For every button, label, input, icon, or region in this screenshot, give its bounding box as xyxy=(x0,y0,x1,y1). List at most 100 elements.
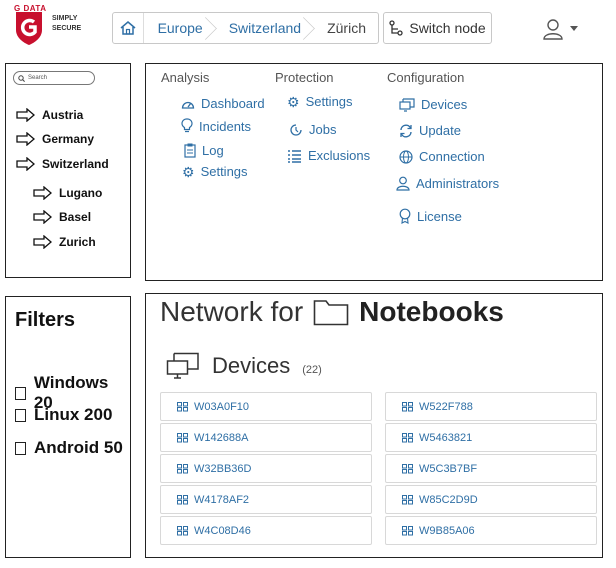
tree-item-germany[interactable]: Germany xyxy=(16,132,94,146)
network-title-prefix: Network for xyxy=(160,296,304,327)
menu-dashboard[interactable]: Dashboard xyxy=(181,96,265,111)
gdata-logo[interactable]: G DATA SIMPLY SECURE xyxy=(10,4,110,50)
tree-item-label: Zurich xyxy=(59,235,96,249)
device-name: W142688A xyxy=(194,431,249,444)
breadcrumb-zurich: Zürich xyxy=(327,20,366,36)
network-title: Network for Notebooks xyxy=(160,296,504,328)
location-tree-panel: Search Austria Germany Switzerland Lugan… xyxy=(5,63,131,278)
device-card[interactable]: W85C2D9D xyxy=(385,485,597,514)
tree-item-lugano[interactable]: Lugano xyxy=(33,186,102,200)
navigation-menu-panel: Analysis Dashboard Incidents Log ⚙ Setti… xyxy=(145,63,603,281)
filter-android[interactable]: Android 50 xyxy=(15,438,123,458)
administrator-user-icon xyxy=(396,176,410,191)
menu-update[interactable]: Update xyxy=(399,123,461,138)
shield-logo-icon xyxy=(16,12,42,45)
menu-devices[interactable]: Devices xyxy=(399,97,467,112)
jobs-clock-icon xyxy=(290,123,302,136)
device-card[interactable]: W4178AF2 xyxy=(160,485,372,514)
device-name: W32BB36D xyxy=(194,462,252,475)
device-grid-icon xyxy=(177,494,188,504)
menu-protection-settings[interactable]: ⚙ Settings xyxy=(287,94,353,109)
menu-link-label: Dashboard xyxy=(201,96,265,111)
menu-link-label: Connection xyxy=(419,149,485,164)
device-card[interactable]: W9B85A06 xyxy=(385,516,597,545)
configuration-heading: Configuration xyxy=(387,70,465,85)
log-clipboard-icon xyxy=(184,143,196,158)
user-menu[interactable] xyxy=(542,16,584,42)
home-icon xyxy=(120,21,136,35)
device-card[interactable]: W5463821 xyxy=(385,423,597,452)
switch-node-button[interactable]: Switch node xyxy=(383,12,492,44)
menu-link-label: Update xyxy=(419,123,461,138)
folder-icon xyxy=(313,300,349,326)
menu-link-label: Exclusions xyxy=(308,148,371,163)
device-card[interactable]: W03A0F10 xyxy=(160,392,372,421)
devices-monitor-icon xyxy=(399,97,415,112)
device-card[interactable]: W522F788 xyxy=(385,392,597,421)
arrow-right-icon xyxy=(16,108,35,122)
search-icon xyxy=(18,74,25,82)
menu-link-label: License xyxy=(417,208,462,224)
device-name: W4C08D46 xyxy=(194,524,251,537)
tree-item-switzerland[interactable]: Switzerland xyxy=(16,157,109,171)
tree-item-zurich[interactable]: Zurich xyxy=(33,235,96,249)
devices-count: (22) xyxy=(302,364,322,376)
device-grid-icon xyxy=(402,525,413,535)
arrow-right-icon xyxy=(33,235,52,249)
device-grid-icon xyxy=(402,463,413,473)
device-name: W522F788 xyxy=(419,400,473,413)
device-grid-icon xyxy=(177,525,188,535)
arrow-right-icon xyxy=(16,157,35,171)
menu-connection[interactable]: Connection xyxy=(399,149,485,164)
search-input[interactable]: Search xyxy=(13,71,95,85)
menu-analysis-settings[interactable]: ⚙ Settings xyxy=(182,164,248,179)
device-name: W9B85A06 xyxy=(419,524,475,537)
filters-panel: Filters Windows 20 Linux 200 Android 50 xyxy=(5,296,131,558)
menu-link-label: Settings xyxy=(305,94,353,109)
filter-checkbox[interactable] xyxy=(15,408,26,422)
breadcrumb-switzerland[interactable]: Switzerland xyxy=(215,13,313,43)
tree-item-basel[interactable]: Basel xyxy=(33,210,91,224)
device-card[interactable]: W5C3B7BF xyxy=(385,454,597,483)
tree-item-label: Basel xyxy=(59,210,92,224)
lightbulb-icon xyxy=(181,118,193,133)
menu-exclusions[interactable]: Exclusions xyxy=(287,148,370,163)
filter-linux[interactable]: Linux 200 xyxy=(15,405,112,425)
devices-monitor-icon xyxy=(166,352,199,379)
filter-label: Linux 200 xyxy=(34,405,113,424)
device-card[interactable]: W142688A xyxy=(160,423,372,452)
chevron-down-icon xyxy=(570,26,578,31)
tree-item-label: Germany xyxy=(42,132,95,146)
device-name: W03A0F10 xyxy=(194,400,250,413)
menu-log[interactable]: Log xyxy=(184,143,224,158)
protection-heading: Protection xyxy=(275,70,334,85)
home-button[interactable] xyxy=(113,13,144,43)
menu-incidents[interactable]: Incidents xyxy=(181,118,251,134)
tree-item-austria[interactable]: Austria xyxy=(16,108,83,122)
device-card[interactable]: W4C08D46 xyxy=(160,516,372,545)
device-name: W5C3B7BF xyxy=(419,462,478,475)
breadcrumb-europe[interactable]: Europe xyxy=(144,13,215,43)
license-badge-icon xyxy=(399,208,411,224)
menu-link-label: Incidents xyxy=(199,118,252,134)
menu-license[interactable]: License xyxy=(399,208,462,224)
device-name: W4178AF2 xyxy=(194,493,250,506)
device-grid-icon xyxy=(402,432,413,442)
tree-item-label: Austria xyxy=(42,108,84,122)
device-grid-icon xyxy=(402,401,413,411)
arrow-right-icon xyxy=(33,186,52,200)
logo-tagline: SIMPLY SECURE xyxy=(52,14,81,34)
menu-administrators[interactable]: Administrators xyxy=(396,176,499,191)
device-grid-icon xyxy=(177,432,188,442)
menu-link-label: Log xyxy=(202,143,224,158)
filter-checkbox[interactable] xyxy=(15,386,26,400)
device-grid-icon xyxy=(402,494,413,504)
device-card[interactable]: W32BB36D xyxy=(160,454,372,483)
globe-icon xyxy=(399,149,413,164)
menu-jobs[interactable]: Jobs xyxy=(289,122,336,137)
update-refresh-icon xyxy=(400,124,412,137)
device-name: W85C2D9D xyxy=(419,493,478,506)
filter-checkbox[interactable] xyxy=(15,441,26,455)
tree-item-label: Switzerland xyxy=(42,157,109,171)
arrow-right-icon xyxy=(16,132,35,146)
